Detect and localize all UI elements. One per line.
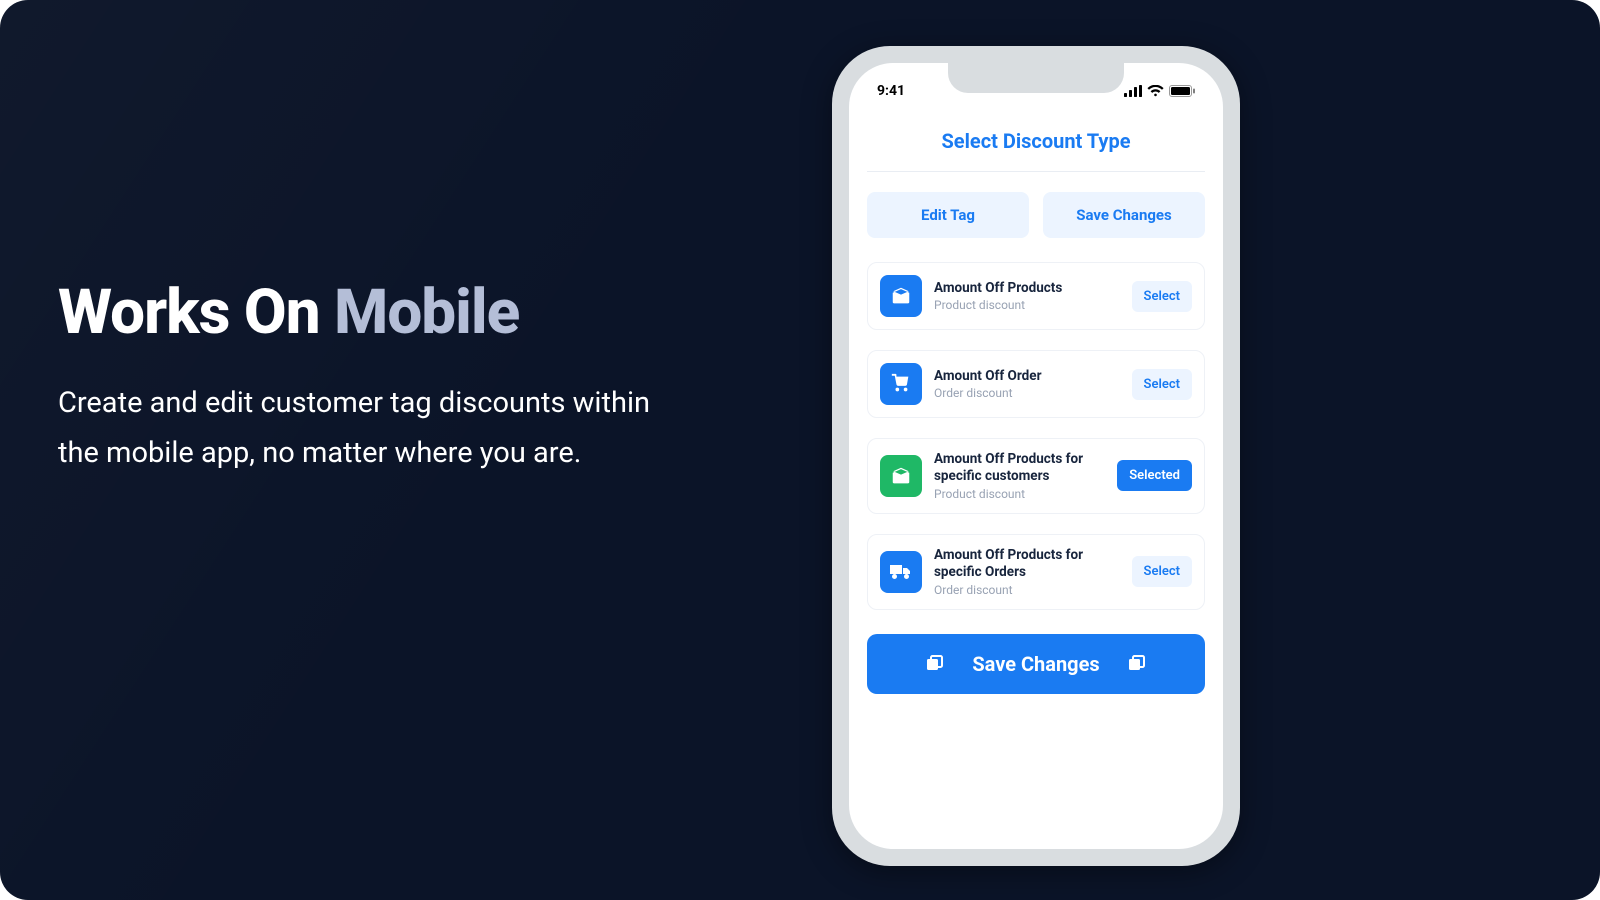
option-title: Amount Off Products for specific Orders	[934, 547, 1120, 581]
select-button[interactable]: Select	[1132, 281, 1192, 312]
stack-icon	[924, 653, 946, 675]
selected-button[interactable]: Selected	[1117, 460, 1192, 491]
hero-panel: Works On Mobile Create and edit customer…	[0, 0, 1600, 900]
hero-heading: Works On Mobile	[58, 280, 698, 345]
option-title: Amount Off Products	[934, 280, 1120, 297]
tab-edit-tag[interactable]: Edit Tag	[867, 192, 1029, 238]
status-time: 9:41	[877, 83, 905, 99]
discount-option[interactable]: Amount Off Products for specific custome…	[867, 438, 1205, 514]
truck-icon	[880, 551, 922, 593]
phone-frame: 9:41 Select Discount Type Edit Tag	[832, 46, 1240, 866]
select-button[interactable]: Select	[1132, 556, 1192, 587]
status-icons	[1124, 85, 1195, 97]
save-label: Save Changes	[972, 652, 1099, 676]
discount-option[interactable]: Amount Off Products for specific Orders …	[867, 534, 1205, 610]
phone-notch	[948, 63, 1124, 93]
discount-option[interactable]: Amount Off Order Order discount Select	[867, 350, 1205, 418]
hero-body: Create and edit customer tag discounts w…	[58, 379, 698, 479]
option-sub: Product discount	[934, 298, 1120, 312]
app-content: Select Discount Type Edit Tag Save Chang…	[849, 115, 1223, 849]
pitch-copy: Works On Mobile Create and edit customer…	[58, 280, 698, 479]
select-button[interactable]: Select	[1132, 369, 1192, 400]
option-title: Amount Off Order	[934, 368, 1120, 385]
cart-icon	[880, 363, 922, 405]
stack-icon	[1126, 653, 1148, 675]
option-sub: Order discount	[934, 386, 1120, 400]
option-sub: Order discount	[934, 583, 1120, 597]
option-sub: Product discount	[934, 487, 1105, 501]
discount-option-list: Amount Off Products Product discount Sel…	[867, 262, 1205, 610]
save-changes-button[interactable]: Save Changes	[867, 634, 1205, 694]
wifi-icon	[1147, 85, 1164, 97]
box-icon	[880, 455, 922, 497]
phone-screen: 9:41 Select Discount Type Edit Tag	[849, 63, 1223, 849]
app-title: Select Discount Type	[867, 115, 1205, 172]
discount-option[interactable]: Amount Off Products Product discount Sel…	[867, 262, 1205, 330]
box-icon	[880, 275, 922, 317]
hero-heading-accent: Mobile	[334, 276, 519, 349]
cellular-icon	[1124, 85, 1142, 97]
tab-bar: Edit Tag Save Changes	[867, 192, 1205, 238]
option-title: Amount Off Products for specific custome…	[934, 451, 1105, 485]
battery-icon	[1169, 85, 1195, 97]
tab-save-changes[interactable]: Save Changes	[1043, 192, 1205, 238]
